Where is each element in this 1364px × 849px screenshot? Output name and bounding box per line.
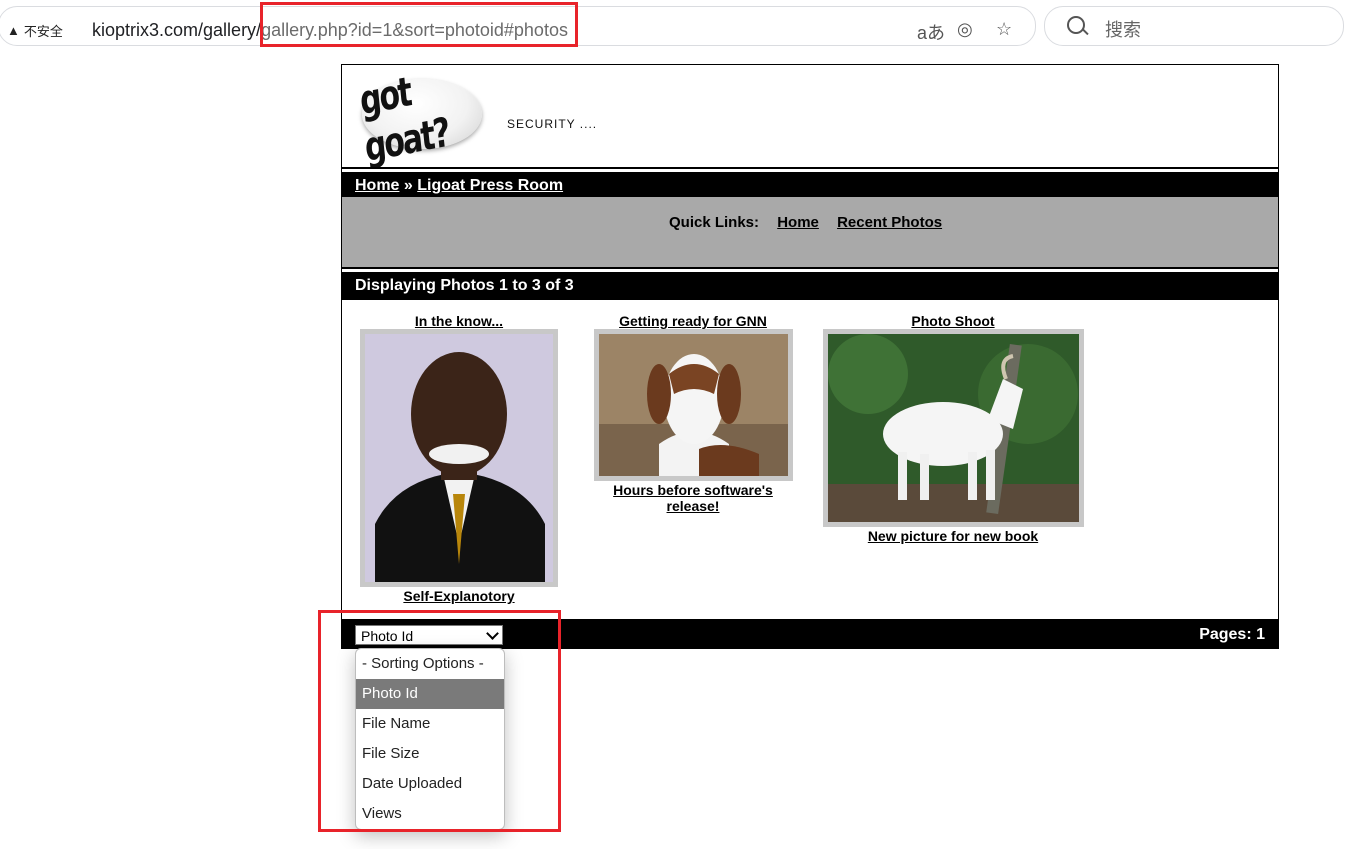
logo-text: got goat? xyxy=(357,69,451,173)
photo-thumbnail[interactable] xyxy=(823,329,1084,527)
pages-count: Pages: 1 xyxy=(1199,626,1265,643)
translate-icon[interactable]: aあ xyxy=(917,19,945,45)
site-logo[interactable]: got goat? xyxy=(358,69,482,172)
url-highlight-annotation xyxy=(260,2,578,47)
quick-links-label: Quick Links: xyxy=(669,214,760,231)
white-goat-image xyxy=(828,334,1079,522)
photo-title-link[interactable]: Photo Shoot xyxy=(822,313,1084,329)
photo-item: Getting ready for GNN xyxy=(591,313,795,329)
photo-title-link[interactable]: Getting ready for GNN xyxy=(591,313,795,329)
goat-image xyxy=(599,334,788,476)
photo-item-caption: Self-Explanotory xyxy=(358,588,560,604)
breadcrumb: Home » Ligoat Press Room xyxy=(342,169,1278,197)
warning-icon: ▲ xyxy=(7,23,20,38)
edge-icon[interactable]: ◎ xyxy=(957,19,973,40)
photo-item: Photo Shoot xyxy=(822,313,1084,329)
photo-title-link[interactable]: In the know... xyxy=(358,313,560,329)
quick-link-recent-photos[interactable]: Recent Photos xyxy=(837,214,942,231)
url-host: kioptrix3.com/gallery/ xyxy=(92,20,262,40)
photo-caption-link[interactable]: Hours before software's release! xyxy=(591,482,795,514)
photo-item-caption: Hours before software's release! xyxy=(591,482,795,514)
quick-link-home[interactable]: Home xyxy=(777,214,819,231)
security-warning[interactable]: ▲ 不安全 xyxy=(7,21,63,40)
quick-links-panel: Quick Links: Home Recent Photos xyxy=(342,197,1278,269)
gallery-page: got goat? SECURITY .... Home » Ligoat Pr… xyxy=(341,64,1279,649)
search-placeholder: 搜索 xyxy=(1105,20,1141,40)
search-box[interactable]: 搜索 xyxy=(1044,6,1344,46)
photo-item: In the know... xyxy=(358,313,560,329)
displaying-header: Displaying Photos 1 to 3 of 3 xyxy=(342,270,1278,300)
photo-item-caption: New picture for new book xyxy=(822,528,1084,544)
photo-thumbnail[interactable] xyxy=(360,329,558,587)
breadcrumb-separator: » xyxy=(399,177,418,194)
security-warning-label: 不安全 xyxy=(23,24,63,39)
site-tagline: SECURITY .... xyxy=(507,117,598,131)
browser-toolbar: ▲ 不安全 kioptrix3.com/gallery/gallery.php?… xyxy=(0,0,1364,52)
dropdown-highlight-annotation xyxy=(318,610,561,832)
favorite-star-icon[interactable]: ☆ xyxy=(996,19,1012,40)
photo-caption-link[interactable]: New picture for new book xyxy=(822,528,1084,544)
photo-thumbnail[interactable] xyxy=(594,329,793,481)
portrait-image xyxy=(365,334,553,582)
photo-caption-link[interactable]: Self-Explanotory xyxy=(358,588,560,604)
search-icon xyxy=(1067,16,1085,34)
breadcrumb-current-link[interactable]: Ligoat Press Room xyxy=(417,177,563,194)
breadcrumb-home-link[interactable]: Home xyxy=(355,177,399,194)
